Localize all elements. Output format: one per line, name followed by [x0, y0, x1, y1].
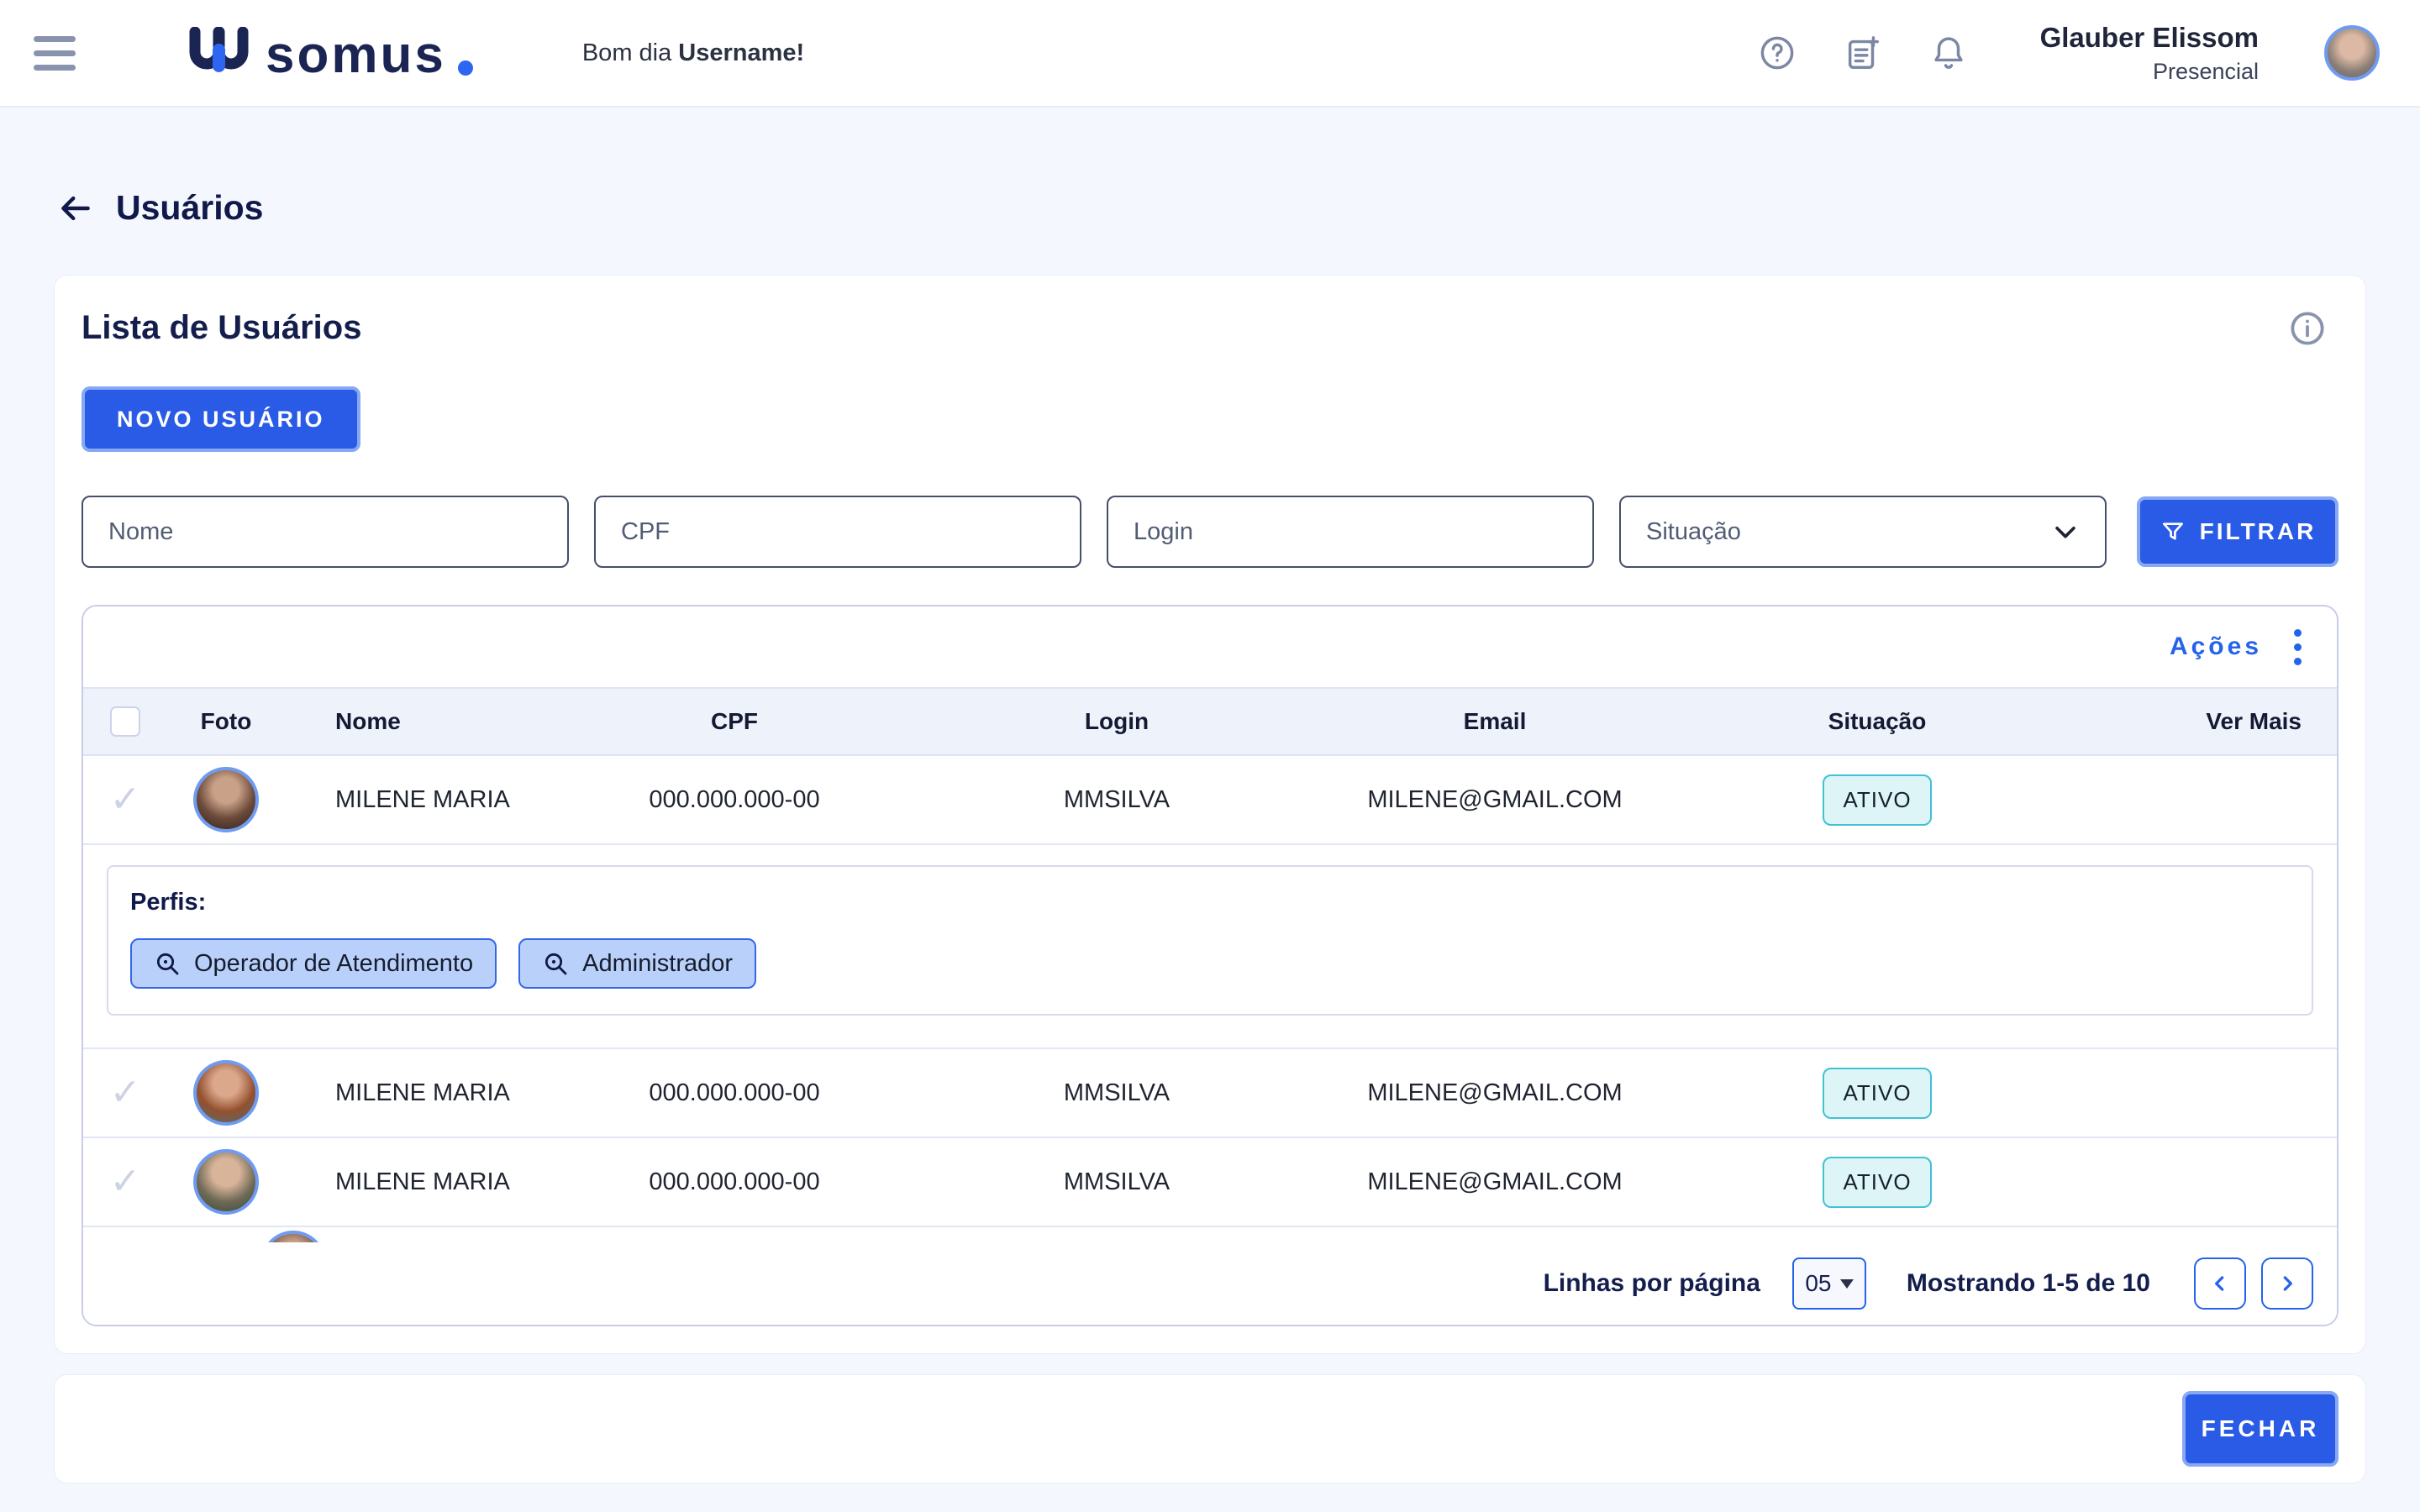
- row-check-icon[interactable]: ✓: [83, 1163, 167, 1200]
- top-bar: somus Bom dia Username!: [0, 0, 2420, 108]
- cell-login: MMSILVA: [923, 1079, 1310, 1107]
- status-badge: ATIVO: [1823, 1157, 1931, 1208]
- table-row[interactable]: ✓ MILENE MARIA 000.000.000-00 MMSILVA MI…: [83, 1049, 2337, 1138]
- user-name: Glauber Elissom: [2040, 22, 2259, 54]
- chevron-down-icon: [2051, 517, 2080, 546]
- magnifier-icon: [542, 950, 569, 977]
- login-input[interactable]: [1107, 496, 1594, 568]
- perfil-chip-administrador[interactable]: Administrador: [518, 938, 756, 989]
- header-ver-mais: Ver Mais: [2075, 708, 2337, 735]
- kebab-menu-icon[interactable]: [2287, 626, 2308, 669]
- perfil-chip-operador[interactable]: Operador de Atendimento: [130, 938, 497, 989]
- row-check-icon[interactable]: ✓: [83, 781, 167, 818]
- cell-email: MILENE@GMAIL.COM: [1310, 1079, 1680, 1107]
- row-photo-avatar[interactable]: [193, 767, 259, 832]
- header-foto: Foto: [167, 708, 285, 735]
- header-login: Login: [923, 708, 1310, 735]
- row-check-icon[interactable]: ✓: [83, 1074, 167, 1111]
- cell-email: MILENE@GMAIL.COM: [1310, 786, 1680, 814]
- greeting-username: Username!: [678, 39, 804, 66]
- cpf-input[interactable]: [594, 496, 1081, 568]
- header-email: Email: [1310, 708, 1680, 735]
- clipped-row: [83, 1227, 2337, 1242]
- situacao-select-label: Situação: [1646, 518, 1741, 546]
- help-icon[interactable]: [1758, 34, 1797, 72]
- header-cpf: CPF: [545, 708, 923, 735]
- table-header-row: Foto Nome CPF Login Email Situação Ver M…: [83, 687, 2337, 756]
- filter-bar: Situação FILTRAR: [82, 496, 2338, 568]
- rows-per-page-select[interactable]: 05: [1792, 1257, 1866, 1310]
- acoes-label[interactable]: Ações: [2170, 633, 2262, 661]
- user-info: Glauber Elissom Presencial: [2040, 22, 2259, 85]
- pagination-bar: Linhas por página 05 Mostrando 1-5 de 10: [83, 1242, 2337, 1325]
- new-note-icon[interactable]: [1844, 34, 1882, 72]
- fechar-button[interactable]: FECHAR: [2182, 1391, 2338, 1467]
- filtrar-button-label: FILTRAR: [2200, 518, 2317, 545]
- info-icon[interactable]: [2288, 309, 2327, 348]
- cell-nome: MILENE MARIA: [285, 786, 545, 814]
- situacao-select[interactable]: Situação: [1619, 496, 2107, 568]
- brand-mark-icon: [185, 27, 254, 79]
- status-badge: ATIVO: [1823, 1068, 1931, 1119]
- cell-nome: MILENE MARIA: [285, 1168, 545, 1196]
- user-mode: Presencial: [2040, 59, 2259, 85]
- header-situacao: Situação: [1680, 708, 2075, 735]
- cell-cpf: 000.000.000-00: [545, 786, 923, 814]
- brand-logo: somus: [185, 27, 473, 79]
- perfis-label: Perfis:: [130, 889, 2290, 916]
- rows-per-page-value: 05: [1805, 1270, 1831, 1297]
- perfil-chip-label: Operador de Atendimento: [194, 950, 473, 978]
- prev-page-button[interactable]: [2194, 1257, 2246, 1310]
- greeting-text: Bom dia Username!: [582, 39, 804, 67]
- rows-per-page-label: Linhas por página: [1544, 1269, 1760, 1298]
- back-arrow-icon[interactable]: [57, 190, 94, 227]
- cell-cpf: 000.000.000-00: [545, 1079, 923, 1107]
- brand-dot: [458, 60, 473, 76]
- showing-range-text: Mostrando 1-5 de 10: [1907, 1269, 2150, 1298]
- select-all-checkbox[interactable]: [110, 706, 140, 737]
- user-list-card: Lista de Usuários NOVO USUÁRIO Situação: [54, 275, 2366, 1354]
- table-row[interactable]: ✓ MILENE MARIA 000.000.000-00 MMSILVA MI…: [83, 1138, 2337, 1227]
- users-table: Ações Foto Nome CPF Login Email Situação…: [82, 605, 2338, 1326]
- notifications-bell-icon[interactable]: [1929, 34, 1968, 72]
- status-badge: ATIVO: [1823, 774, 1931, 826]
- page-title: Usuários: [116, 188, 263, 228]
- header-nome: Nome: [285, 708, 545, 735]
- filtrar-button[interactable]: FILTRAR: [2137, 496, 2338, 567]
- perfil-chip-label: Administrador: [582, 950, 733, 978]
- next-page-button[interactable]: [2261, 1257, 2313, 1310]
- cell-email: MILENE@GMAIL.COM: [1310, 1168, 1680, 1196]
- footer-action-bar: FECHAR: [54, 1374, 2366, 1483]
- caret-down-icon: [1840, 1279, 1854, 1289]
- new-user-button[interactable]: NOVO USUÁRIO: [82, 386, 360, 452]
- cell-cpf: 000.000.000-00: [545, 1168, 923, 1196]
- row-photo-avatar[interactable]: [193, 1060, 259, 1126]
- card-title: Lista de Usuários: [82, 309, 361, 347]
- user-avatar[interactable]: [2324, 25, 2380, 81]
- row-photo-avatar[interactable]: [193, 1149, 259, 1215]
- brand-name: somus: [266, 32, 446, 79]
- nome-input[interactable]: [82, 496, 569, 568]
- cell-login: MMSILVA: [923, 786, 1310, 814]
- table-row[interactable]: ✓ MILENE MARIA 000.000.000-00 MMSILVA MI…: [83, 756, 2337, 845]
- menu-icon[interactable]: [34, 36, 76, 71]
- cell-nome: MILENE MARIA: [285, 1079, 545, 1107]
- perfis-expanded-section: Perfis: Operador de Atendimento: [83, 845, 2337, 1049]
- cell-login: MMSILVA: [923, 1168, 1310, 1196]
- filter-funnel-icon: [2160, 518, 2186, 545]
- magnifier-icon: [154, 950, 181, 977]
